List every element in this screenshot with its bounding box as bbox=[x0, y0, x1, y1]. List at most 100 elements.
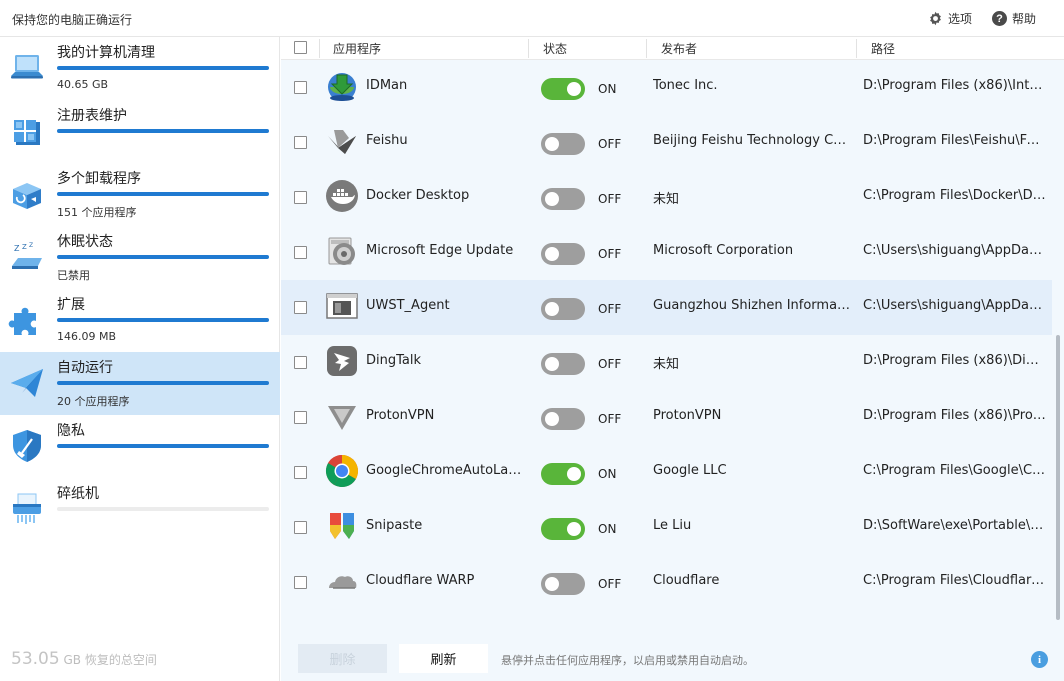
publisher: 未知 bbox=[653, 192, 680, 207]
path: C:\Users\shiguang\AppData\Roaming bbox=[863, 298, 1046, 313]
row-checkbox[interactable] bbox=[294, 411, 307, 424]
laptop-icon bbox=[8, 49, 46, 87]
autorun-toggle[interactable] bbox=[541, 298, 585, 320]
publisher: 未知 bbox=[653, 357, 680, 372]
sidebar-item-label: 自动运行 bbox=[57, 360, 113, 376]
autorun-toggle[interactable] bbox=[541, 463, 585, 485]
autorun-toggle[interactable] bbox=[541, 243, 585, 265]
state-text: ON bbox=[598, 82, 617, 96]
row-checkbox[interactable] bbox=[294, 576, 307, 589]
app-name: Microsoft Edge Update bbox=[366, 243, 514, 258]
sidebar-item-label: 隐私 bbox=[57, 423, 85, 439]
column-header-path[interactable]: 路径 bbox=[871, 40, 895, 57]
sidebar-item-label: 扩展 bbox=[57, 297, 85, 313]
chrome-icon bbox=[325, 454, 359, 488]
sidebar-item[interactable]: 隐私 bbox=[0, 415, 280, 478]
table-row[interactable]: Docker Desktop OFF 未知 C:\Program Files\Dock… bbox=[281, 170, 1052, 225]
sidebar-item-progress bbox=[57, 129, 269, 133]
state-text: OFF bbox=[598, 577, 622, 591]
path: D:\Program Files (x86)\Internet Download… bbox=[863, 78, 1046, 93]
table-row[interactable]: DingTalk OFF 未知 D:\Program Files (x86)\Ding… bbox=[281, 335, 1052, 390]
toggle-knob bbox=[545, 137, 559, 151]
table-row[interactable]: Feishu OFF Beijing Feishu Technology Co., … bbox=[281, 115, 1052, 170]
select-all-checkbox[interactable] bbox=[294, 41, 307, 54]
column-header-publisher[interactable]: 发布者 bbox=[661, 40, 697, 57]
toggle-knob bbox=[567, 522, 581, 536]
table-row[interactable]: Microsoft Edge Update OFF Microsoft Corpor… bbox=[281, 225, 1052, 280]
column-header-state[interactable]: 状态 bbox=[543, 40, 567, 57]
table-row[interactable]: Snipaste ON Le Liu D:\SoftWare\exe\Portable… bbox=[281, 500, 1052, 555]
row-checkbox[interactable] bbox=[294, 136, 307, 149]
total-recovered-unit: GB bbox=[63, 653, 82, 667]
autorun-toggle[interactable] bbox=[541, 188, 585, 210]
row-checkbox[interactable] bbox=[294, 246, 307, 259]
sidebar-item[interactable]: 碎纸机 bbox=[0, 478, 280, 541]
autorun-toggle[interactable] bbox=[541, 573, 585, 595]
sidebar-item-label: 注册表维护 bbox=[57, 108, 127, 124]
column-separator bbox=[646, 39, 647, 58]
table-row[interactable]: IDMan ON Tonec Inc. D:\Program Files (x86)\… bbox=[281, 60, 1052, 115]
sidebar-item-detail: 146.09 MB bbox=[57, 330, 117, 343]
info-icon[interactable]: i bbox=[1031, 651, 1048, 668]
refresh-button[interactable]: 刷新 bbox=[399, 644, 488, 673]
sidebar-item-detail: 40.65 GB bbox=[57, 78, 109, 91]
publisher: Guangzhou Shizhen Information Technology bbox=[653, 298, 853, 313]
sidebar-item-label: 碎纸机 bbox=[57, 486, 99, 502]
sidebar-item[interactable]: 注册表维护 bbox=[0, 100, 280, 163]
column-header-app[interactable]: 应用程序 bbox=[333, 40, 381, 57]
help-button[interactable]: ? 帮助 bbox=[992, 10, 1036, 27]
row-checkbox[interactable] bbox=[294, 81, 307, 94]
row-checkbox[interactable] bbox=[294, 521, 307, 534]
total-recovered-space: 53.05 GB 恢复的总空间 bbox=[11, 649, 157, 669]
hint-text: 悬停并点击任何应用程序，以启用或禁用自动启动。 bbox=[501, 654, 754, 667]
table-row[interactable]: GoogleChromeAutoLaunch ON Google LLC C:\Pro… bbox=[281, 445, 1052, 500]
options-button[interactable]: 选项 bbox=[928, 10, 972, 27]
autorun-toggle[interactable] bbox=[541, 133, 585, 155]
app-name: Cloudflare WARP bbox=[366, 573, 475, 588]
sidebar-item[interactable]: 扩展 146.09 MB bbox=[0, 289, 280, 352]
uninstall-box-icon bbox=[8, 175, 46, 213]
total-recovered-amount: 53.05 bbox=[11, 649, 60, 669]
table-row[interactable]: ProtonVPN OFF ProtonVPN D:\Program Files (x… bbox=[281, 390, 1052, 445]
sidebar-item-progress bbox=[57, 255, 269, 259]
autorun-toggle[interactable] bbox=[541, 408, 585, 430]
state-text: OFF bbox=[598, 302, 622, 316]
scrollbar-thumb[interactable] bbox=[1056, 335, 1060, 620]
gear-icon bbox=[930, 11, 941, 26]
publisher: Microsoft Corporation bbox=[653, 243, 794, 258]
app-name: UWST_Agent bbox=[366, 298, 450, 313]
idm-icon bbox=[325, 69, 359, 103]
state-text: OFF bbox=[598, 192, 622, 206]
row-checkbox[interactable] bbox=[294, 466, 307, 479]
app-name: IDMan bbox=[366, 78, 408, 93]
sidebar-item-detail: 20 个应用程序 bbox=[57, 395, 130, 408]
delete-button[interactable]: 删除 bbox=[298, 644, 387, 673]
vertical-scrollbar[interactable] bbox=[1052, 60, 1064, 626]
title-bar: 保持您的电脑正确运行 选项 ? 帮助 bbox=[0, 0, 1064, 37]
row-checkbox[interactable] bbox=[294, 356, 307, 369]
table-row[interactable]: UWST_Agent OFF Guangzhou Shizhen Informati… bbox=[281, 280, 1052, 335]
help-icon: ? bbox=[992, 11, 1007, 26]
autorun-toggle[interactable] bbox=[541, 78, 585, 100]
sidebar-item[interactable]: 多个卸载程序 151 个应用程序 bbox=[0, 163, 280, 226]
sidebar-item[interactable]: 我的计算机清理 40.65 GB bbox=[0, 37, 280, 100]
app-name: ProtonVPN bbox=[366, 408, 435, 423]
sidebar-item[interactable]: Z Z Z 休眠状态 已禁用 bbox=[0, 226, 280, 289]
uwst-agent-icon bbox=[325, 289, 359, 323]
toggle-knob bbox=[545, 412, 559, 426]
sleep-laptop-icon: ZZZ bbox=[8, 238, 46, 276]
app-name: DingTalk bbox=[366, 353, 422, 368]
svg-text:Z: Z bbox=[29, 242, 33, 249]
table-row[interactable]: Cloudflare WARP OFF Cloudflare C:\Program F… bbox=[281, 555, 1052, 610]
toggle-knob bbox=[545, 577, 559, 591]
sidebar-item-progress bbox=[57, 381, 269, 385]
sidebar-item[interactable]: 自动运行 20 个应用程序 bbox=[0, 352, 280, 415]
row-checkbox[interactable] bbox=[294, 191, 307, 204]
autorun-toggle[interactable] bbox=[541, 353, 585, 375]
row-checkbox[interactable] bbox=[294, 301, 307, 314]
state-text: OFF bbox=[598, 412, 622, 426]
sidebar-item-label: 多个卸载程序 bbox=[57, 171, 141, 187]
snipaste-icon bbox=[325, 509, 359, 543]
app-name: Feishu bbox=[366, 133, 408, 148]
autorun-toggle[interactable] bbox=[541, 518, 585, 540]
